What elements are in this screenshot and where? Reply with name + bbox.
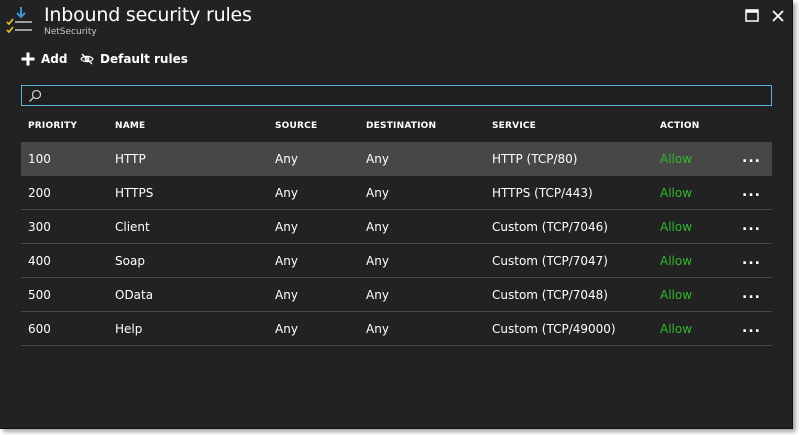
ellipsis-icon[interactable]: ... <box>742 286 766 302</box>
column-header-action[interactable]: ACTION <box>660 121 699 131</box>
table-row[interactable]: 300 Client Any Any Custom (TCP/7046) All… <box>21 210 772 244</box>
cell-name: HTTP <box>115 152 146 166</box>
maximize-icon[interactable] <box>744 8 760 24</box>
search-box[interactable] <box>21 85 772 106</box>
ellipsis-icon[interactable]: ... <box>742 184 766 200</box>
cell-destination: Any <box>366 288 389 302</box>
cell-source: Any <box>275 186 298 200</box>
default-rules-button-label: Default rules <box>100 52 188 66</box>
blade-subtitle: NetSecurity <box>44 27 97 37</box>
table-row[interactable]: 500 OData Any Any Custom (TCP/7048) Allo… <box>21 278 772 312</box>
inbound-security-rules-blade: Inbound security rules NetSecurity Add D <box>0 0 793 429</box>
ellipsis-icon[interactable]: ... <box>742 320 766 336</box>
cell-action: Allow <box>660 186 693 200</box>
cell-source: Any <box>275 322 298 336</box>
plus-icon <box>21 52 35 66</box>
cell-action: Allow <box>660 254 693 268</box>
cell-action: Allow <box>660 220 693 234</box>
cell-priority: 600 <box>28 322 51 336</box>
cell-source: Any <box>275 152 298 166</box>
table-row[interactable]: 100 HTTP Any Any HTTP (TCP/80) Allow ... <box>21 142 772 176</box>
blade-title: Inbound security rules <box>44 4 252 26</box>
cell-action: Allow <box>660 322 693 336</box>
cell-service: Custom (TCP/7046) <box>492 220 608 234</box>
cell-priority: 500 <box>28 288 51 302</box>
cell-destination: Any <box>366 186 389 200</box>
command-bar: Add Default rules <box>0 48 793 70</box>
ellipsis-icon[interactable]: ... <box>742 150 766 166</box>
cell-priority: 400 <box>28 254 51 268</box>
cell-service: Custom (TCP/7048) <box>492 288 608 302</box>
column-header-name[interactable]: NAME <box>115 121 145 131</box>
cell-destination: Any <box>366 152 389 166</box>
cell-source: Any <box>275 220 298 234</box>
cell-destination: Any <box>366 254 389 268</box>
cell-priority: 100 <box>28 152 51 166</box>
cell-service: HTTP (TCP/80) <box>492 152 578 166</box>
security-rules-grid: PRIORITY NAME SOURCE DESTINATION SERVICE… <box>21 112 772 346</box>
cell-source: Any <box>275 254 298 268</box>
cell-name: HTTPS <box>115 186 154 200</box>
search-icon <box>28 89 42 103</box>
cell-name: Help <box>115 322 143 336</box>
cell-name: OData <box>115 288 154 302</box>
eye-slash-icon <box>80 53 94 65</box>
cell-name: Client <box>115 220 150 234</box>
close-icon[interactable] <box>770 8 786 24</box>
cell-name: Soap <box>115 254 145 268</box>
cell-service: Custom (TCP/7047) <box>492 254 608 268</box>
cell-destination: Any <box>366 322 389 336</box>
cell-action: Allow <box>660 152 693 166</box>
cell-source: Any <box>275 288 298 302</box>
table-row[interactable]: 200 HTTPS Any Any HTTPS (TCP/443) Allow … <box>21 176 772 210</box>
grid-header: PRIORITY NAME SOURCE DESTINATION SERVICE… <box>21 112 772 142</box>
cell-service: HTTPS (TCP/443) <box>492 186 593 200</box>
column-header-destination[interactable]: DESTINATION <box>366 121 436 131</box>
default-rules-button[interactable]: Default rules <box>80 48 188 70</box>
cell-priority: 300 <box>28 220 51 234</box>
add-button[interactable]: Add <box>21 48 67 70</box>
column-header-service[interactable]: SERVICE <box>492 121 536 131</box>
table-row[interactable]: 600 Help Any Any Custom (TCP/49000) Allo… <box>21 312 772 346</box>
ellipsis-icon[interactable]: ... <box>742 252 766 268</box>
blade-header: Inbound security rules NetSecurity <box>0 0 793 42</box>
cell-destination: Any <box>366 220 389 234</box>
search-input[interactable] <box>46 87 766 104</box>
column-header-priority[interactable]: PRIORITY <box>28 121 77 131</box>
ellipsis-icon[interactable]: ... <box>742 218 766 234</box>
cell-priority: 200 <box>28 186 51 200</box>
cell-service: Custom (TCP/49000) <box>492 322 616 336</box>
column-header-source[interactable]: SOURCE <box>275 121 317 131</box>
table-row[interactable]: 400 Soap Any Any Custom (TCP/7047) Allow… <box>21 244 772 278</box>
cell-action: Allow <box>660 288 693 302</box>
inbound-rules-icon <box>6 7 32 34</box>
add-button-label: Add <box>41 52 68 66</box>
